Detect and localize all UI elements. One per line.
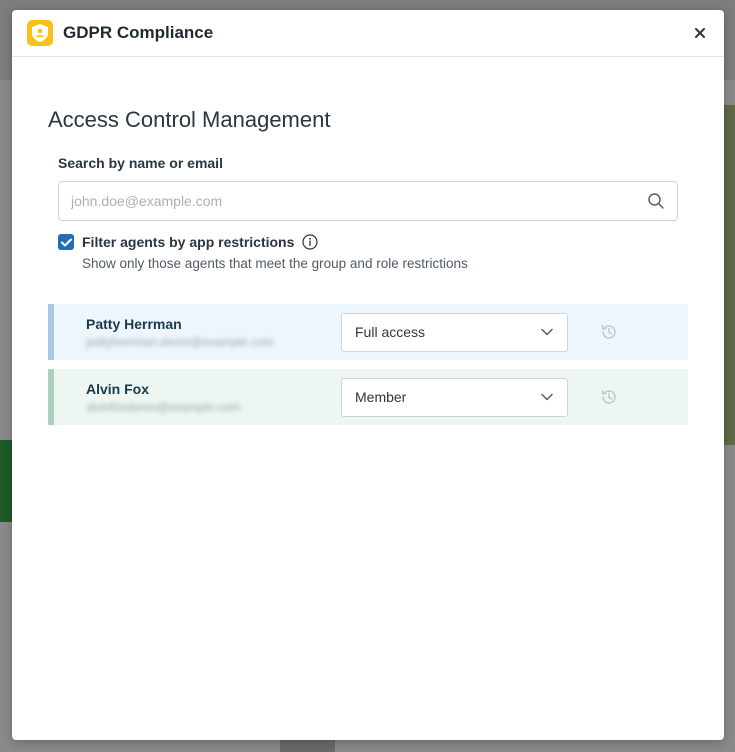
search-input[interactable] xyxy=(71,193,647,209)
role-select[interactable]: Full access xyxy=(341,312,568,352)
history-button[interactable] xyxy=(598,321,620,343)
agent-name: Patty Herrman xyxy=(86,315,182,332)
filter-row: Filter agents by app restrictions xyxy=(58,234,678,250)
history-icon xyxy=(601,390,616,404)
background-right-strip xyxy=(724,105,735,445)
page-title: Access Control Management xyxy=(48,107,331,132)
role-select-value: Full access xyxy=(355,324,426,340)
shield-user-icon xyxy=(27,20,53,46)
background-bottom-block xyxy=(280,740,335,752)
gdpr-modal: GDPR Compliance Access Control Managemen… xyxy=(12,10,724,740)
role-select-value: Member xyxy=(355,389,407,405)
modal-body: Access Control Management Search by name… xyxy=(12,57,724,425)
search-icon[interactable] xyxy=(647,192,665,210)
checkmark-icon xyxy=(60,238,72,246)
agent-email: alvinfoxdemo@example.com xyxy=(86,399,241,414)
history-icon xyxy=(601,325,616,339)
info-icon[interactable] xyxy=(302,234,318,250)
chevron-down-icon xyxy=(541,328,553,336)
agent-info: Alvin Fox alvinfoxdemo@example.com xyxy=(54,381,341,414)
agent-row: Patty Herrman pattyherrman.demo@example.… xyxy=(48,304,688,360)
filter-checkbox[interactable] xyxy=(58,234,74,250)
search-label: Search by name or email xyxy=(58,155,223,171)
background-green-block xyxy=(0,440,12,522)
agent-name: Alvin Fox xyxy=(86,380,150,397)
close-icon xyxy=(695,28,705,38)
agent-row: Alvin Fox alvinfoxdemo@example.com Membe… xyxy=(48,369,688,425)
role-select[interactable]: Member xyxy=(341,377,568,417)
search-field[interactable] xyxy=(58,181,678,221)
history-button[interactable] xyxy=(598,386,620,408)
filter-label[interactable]: Filter agents by app restrictions xyxy=(82,234,294,250)
modal-header: GDPR Compliance xyxy=(12,10,724,57)
agent-email: pattyherrman.demo@example.com xyxy=(86,334,274,349)
search-section: Search by name or email Filter agents by… xyxy=(48,155,688,271)
agent-info: Patty Herrman pattyherrman.demo@example.… xyxy=(54,316,341,349)
modal-title: GDPR Compliance xyxy=(63,23,214,42)
chevron-down-icon xyxy=(541,393,553,401)
agent-list: Patty Herrman pattyherrman.demo@example.… xyxy=(48,304,688,425)
filter-hint: Show only those agents that meet the gro… xyxy=(82,256,468,271)
close-button[interactable] xyxy=(690,23,710,43)
